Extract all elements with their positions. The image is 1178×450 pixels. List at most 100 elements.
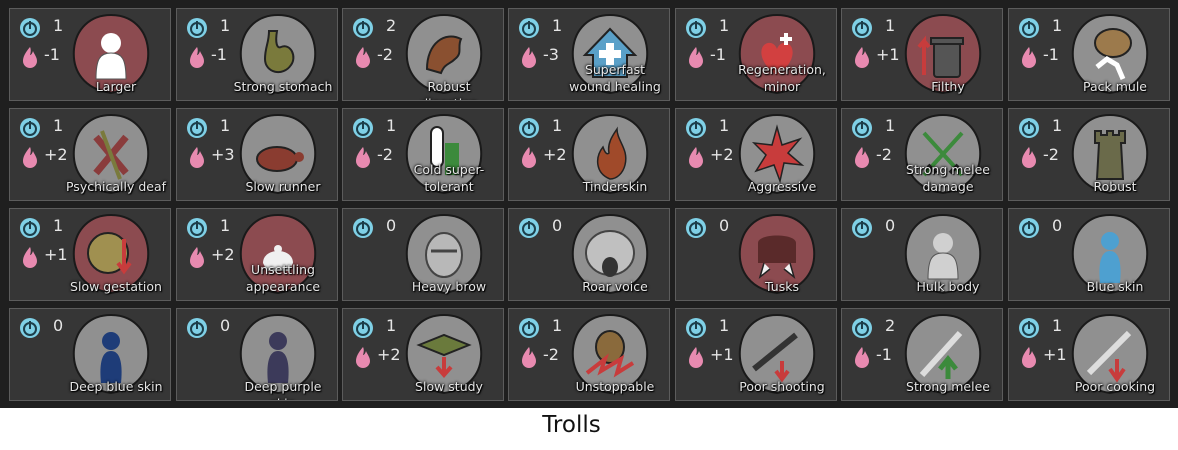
metabolism-icon [851,145,873,169]
metabolism-icon [518,145,540,169]
metabolism-value: +1 [710,345,734,364]
metabolism-value: +2 [543,145,567,164]
gene-card[interactable]: 1 +1 Poor cooking [1008,308,1170,401]
gene-card[interactable]: 0 Tusks [675,208,837,301]
gene-label: Tusks [765,279,799,294]
metabolism-value: +2 [44,145,68,164]
gene-card[interactable]: 1 -1 Regeneration, minor [675,8,837,101]
metabolism-icon [19,145,41,169]
complexity-value: 1 [719,316,730,335]
gene-card[interactable]: 0 Hulk body [841,208,1003,301]
complexity-icon [851,17,873,39]
complexity-value: 1 [386,316,397,335]
metabolism-value: -2 [377,45,393,64]
complexity-icon [186,317,208,339]
gene-card[interactable]: 0 Deep purple skin [176,308,338,401]
gene-card[interactable]: 2 -1 Strong melee [841,308,1003,401]
metabolism-value: -2 [876,145,892,164]
gene-card[interactable]: 0 Roar voice [508,208,670,301]
complexity-value: 1 [386,116,397,135]
complexity-value: 1 [552,116,563,135]
gene-label: Larger [95,79,137,94]
complexity-icon [19,317,41,339]
metabolism-value: -1 [876,345,892,364]
gene-card[interactable]: 1 -1 Larger [9,8,171,101]
gene-card[interactable]: 1 +2 Psychically deaf [9,108,171,201]
complexity-icon [851,217,873,239]
gene-label: Strong melee [906,379,990,394]
complexity-icon [352,217,374,239]
gene-card[interactable]: 1 -2 Strong melee damage [841,108,1003,201]
complexity-icon [518,217,540,239]
complexity-value: 0 [1052,216,1063,235]
complexity-value: 1 [1052,16,1063,35]
complexity-icon [685,117,707,139]
complexity-icon [352,117,374,139]
gene-card[interactable]: 1 +2 Unsettling appearance [176,208,338,301]
gene-card[interactable]: 2 -2 Robust digestion [342,8,504,101]
gene-label: Regeneration, minor [738,62,826,94]
gene-label: Poor shooting [739,379,825,394]
complexity-icon [685,217,707,239]
gene-card[interactable]: 0 Blue skin [1008,208,1170,301]
metabolism-value: +3 [211,145,235,164]
complexity-icon [518,117,540,139]
gene-card[interactable]: 1 -1 Strong stomach [176,8,338,101]
gene-label: Strong melee damage [906,162,990,194]
gene-card[interactable]: 1 -2 Robust [1008,108,1170,201]
metabolism-value: +2 [377,345,401,364]
metabolism-value: -1 [44,45,60,64]
metabolism-icon [1018,145,1040,169]
gene-label: Slow gestation [70,279,162,294]
complexity-icon [352,317,374,339]
gene-label: Psychically deaf [65,179,167,194]
complexity-icon [186,17,208,39]
metabolism-value: -3 [543,45,559,64]
complexity-icon [1018,117,1040,139]
gene-label: Superfast wound healing [569,62,661,94]
gene-card[interactable]: 0 Heavy brow [342,208,504,301]
gene-card[interactable]: 1 -3 Superfast wound healing [508,8,670,101]
metabolism-icon [19,45,41,69]
gene-label: Blue skin [1086,279,1144,294]
gene-label: Unsettling appearance [245,262,321,294]
gene-card[interactable]: 1 -2 Unstoppable [508,308,670,401]
gene-card[interactable]: 1 +1 Filthy [841,8,1003,101]
gene-card[interactable]: 1 +1 Slow gestation [9,208,171,301]
complexity-icon [1018,17,1040,39]
metabolism-value: -2 [1043,145,1059,164]
metabolism-icon [1018,45,1040,69]
gene-card[interactable]: 1 +2 Tinderskin [508,108,670,201]
complexity-value: 0 [386,216,397,235]
gene-card[interactable]: 1 -1 Pack mule [1008,8,1170,101]
complexity-value: 1 [53,216,64,235]
complexity-icon [518,17,540,39]
gene-card[interactable]: 1 +2 Aggressive [675,108,837,201]
complexity-value: 0 [552,216,563,235]
complexity-value: 1 [719,116,730,135]
metabolism-value: +1 [1043,345,1067,364]
metabolism-icon [851,345,873,369]
metabolism-icon [518,45,540,69]
gene-label: Unstoppable [575,379,655,394]
complexity-value: 1 [220,16,231,35]
gene-label: Pack mule [1083,79,1147,94]
gene-card[interactable]: 1 +2 Slow study [342,308,504,401]
gene-label: Heavy brow [411,279,487,294]
gene-card[interactable]: 1 -2 Cold super-tolerant [342,108,504,201]
complexity-value: 1 [1052,116,1063,135]
gene-label: Slow runner [245,179,321,194]
complexity-icon [352,17,374,39]
complexity-value: 0 [220,316,231,335]
complexity-icon [851,317,873,339]
complexity-icon [851,117,873,139]
complexity-value: 1 [719,16,730,35]
gene-card[interactable]: 1 +3 Slow runner [176,108,338,201]
gene-card[interactable]: 1 +1 Poor shooting [675,308,837,401]
metabolism-icon [352,345,374,369]
metabolism-icon [1018,345,1040,369]
metabolism-icon [186,245,208,269]
complexity-value: 1 [53,116,64,135]
complexity-value: 1 [885,16,896,35]
gene-card[interactable]: 0 Deep blue skin [9,308,171,401]
